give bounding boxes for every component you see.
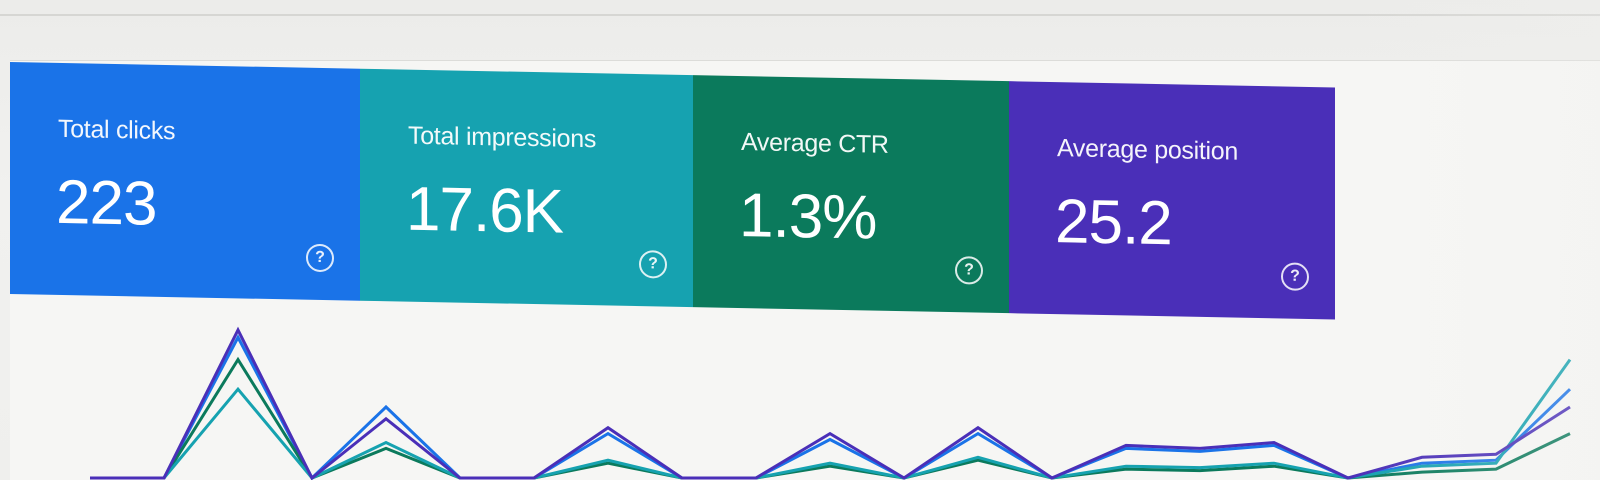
metric-label: Total impressions	[408, 121, 597, 154]
metric-card-total-clicks[interactable]: Total clicks 223 ?	[10, 62, 360, 301]
chart-series-line-2	[90, 358, 1572, 480]
metric-card-average-position[interactable]: Average position 25.2 ?	[1009, 81, 1335, 320]
help-circle-icon[interactable]: ?	[955, 256, 983, 285]
metric-cards-row: Total clicks 223 ? Total impressions 17.…	[10, 62, 1335, 320]
chart-series-line-1	[90, 356, 1571, 480]
metric-label: Average position	[1057, 134, 1238, 166]
metric-value: 1.3%	[739, 180, 877, 253]
metric-card-average-ctr[interactable]: Average CTR 1.3% ?	[693, 75, 1009, 314]
performance-line-chart	[90, 326, 1572, 480]
metric-value: 17.6K	[406, 174, 564, 247]
chart-series-line-0	[90, 334, 1572, 480]
metric-label: Average CTR	[741, 128, 889, 159]
performance-chart	[10, 300, 1600, 480]
top-divider	[0, 14, 1600, 16]
help-circle-icon[interactable]: ?	[639, 250, 667, 279]
metric-value: 223	[56, 167, 157, 239]
search-console-screen: Total clicks 223 ? Total impressions 17.…	[0, 0, 1600, 480]
metric-label: Total clicks	[58, 114, 176, 146]
help-circle-icon[interactable]: ?	[1281, 262, 1309, 291]
metric-value: 25.2	[1055, 187, 1172, 259]
help-circle-icon[interactable]: ?	[306, 243, 334, 273]
chart-series-line-3	[90, 326, 1571, 480]
metric-card-total-impressions[interactable]: Total impressions 17.6K ?	[360, 68, 693, 308]
